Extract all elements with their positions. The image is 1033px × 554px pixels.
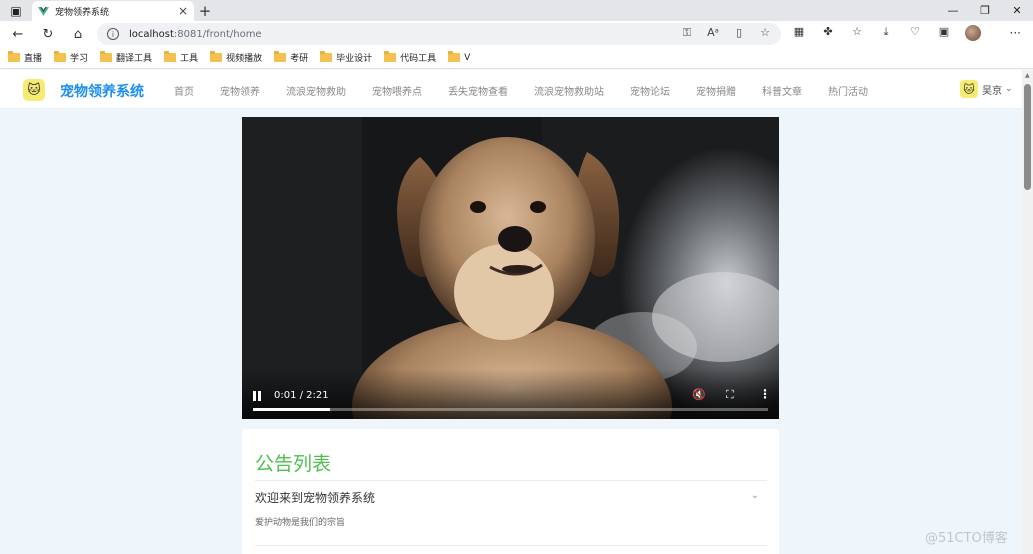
bookmark-folder[interactable]: 代码工具 xyxy=(384,51,436,64)
video-player[interactable]: 0:01 / 2:21 🔇 ⛶ ⋮ xyxy=(242,117,779,419)
bookmark-folder[interactable]: 毕业设计 xyxy=(320,51,372,64)
folder-icon xyxy=(100,51,113,62)
close-window-icon[interactable]: ✕ xyxy=(1001,0,1033,21)
scrollbar-thumb[interactable] xyxy=(1024,84,1031,190)
back-icon[interactable]: ← xyxy=(7,24,29,44)
url-path: :8081/front/home xyxy=(173,28,262,40)
browser-tab-strip: ▣ 宠物领养系统 × + — ❐ ✕ xyxy=(0,0,1033,21)
notice-card: 公告列表 欢迎来到宠物领养系统 ⌄ 爱护动物是我们的宗旨 xyxy=(242,429,779,554)
nav-item-rescue-station[interactable]: 流浪宠物救助站 xyxy=(534,83,604,98)
nav-item-lost-pets[interactable]: 丢失宠物查看 xyxy=(448,83,508,98)
bookmark-folder[interactable]: 学习 xyxy=(54,51,88,64)
more-options-icon[interactable]: ⋮ xyxy=(759,387,771,401)
url-host: localhost xyxy=(129,28,174,40)
fullscreen-icon[interactable]: ⛶ xyxy=(726,388,734,402)
folder-icon xyxy=(210,51,223,62)
scroll-up-icon[interactable]: ▲ xyxy=(1025,72,1030,79)
bookmark-folder[interactable]: 翻译工具 xyxy=(100,51,152,64)
main-nav: 首页 宠物领养 流浪宠物救助 宠物喂养点 丢失宠物查看 流浪宠物救助站 宠物论坛… xyxy=(174,83,868,98)
nav-item-home[interactable]: 首页 xyxy=(174,83,194,98)
nav-item-adoption[interactable]: 宠物领养 xyxy=(220,83,260,98)
mute-icon[interactable]: 🔇 xyxy=(692,388,706,401)
home-icon[interactable]: ⌂ xyxy=(67,24,89,44)
site-logo-icon[interactable]: 🐱 xyxy=(23,79,45,101)
video-progress-fill xyxy=(253,408,331,411)
notice-item-body: 爱护动物是我们的宗旨 xyxy=(255,518,346,528)
key-icon[interactable]: ⚿ xyxy=(679,26,695,40)
read-aloud-icon[interactable]: Aᵃ xyxy=(705,26,721,40)
folder-icon xyxy=(320,51,333,62)
favorites-icon[interactable]: ☆ xyxy=(848,25,866,44)
profile-avatar[interactable] xyxy=(964,25,982,44)
tab-actions-icon[interactable]: ▣ xyxy=(0,0,32,21)
nav-item-forum[interactable]: 宠物论坛 xyxy=(630,83,670,98)
folder-icon xyxy=(448,51,461,62)
page-scrollbar[interactable]: ▲ xyxy=(1022,70,1033,554)
chevron-down-icon: ⌄ xyxy=(1005,84,1013,94)
bookmark-folder[interactable]: 工具 xyxy=(164,51,198,64)
nav-item-rescue[interactable]: 流浪宠物救助 xyxy=(286,83,346,98)
performance-icon[interactable]: ♡ xyxy=(906,25,924,44)
extensions-icon[interactable]: ✤ xyxy=(819,25,837,44)
user-menu[interactable]: 🐱 吴京 ⌄ xyxy=(960,80,1013,98)
bookmark-folder[interactable]: 考研 xyxy=(274,51,308,64)
new-tab-button[interactable]: + xyxy=(196,0,214,21)
folder-icon xyxy=(54,51,67,62)
divider xyxy=(255,545,767,546)
bookmarks-bar: 直播 学习 翻译工具 工具 视频播放 考研 毕业设计 代码工具 V xyxy=(0,47,1033,69)
folder-icon xyxy=(384,51,397,62)
watermark: @51CTO博客 xyxy=(925,531,1008,546)
site-brand[interactable]: 宠物领养系统 xyxy=(60,81,144,101)
chevron-down-icon[interactable]: ⌄ xyxy=(751,490,759,501)
user-avatar: 🐱 xyxy=(960,80,978,98)
notice-item-title[interactable]: 欢迎来到宠物领养系统 xyxy=(255,489,375,506)
notice-item[interactable]: 欢迎来到宠物领养系统 ⌄ 爱护动物是我们的宗旨 xyxy=(255,480,767,528)
folder-icon xyxy=(274,51,287,62)
user-name: 吴京 xyxy=(982,85,1002,97)
notice-list-title: 公告列表 xyxy=(255,453,332,475)
folder-icon xyxy=(8,51,20,62)
downloads-icon[interactable]: ⤓ xyxy=(877,25,895,44)
reader-view-icon[interactable]: ▯ xyxy=(731,26,747,40)
nav-item-donation[interactable]: 宠物捐赠 xyxy=(696,83,736,98)
video-progress-bar[interactable] xyxy=(253,408,768,411)
reload-icon[interactable]: ↻ xyxy=(37,24,59,44)
site-info-icon[interactable]: i xyxy=(107,28,119,40)
workspaces-icon[interactable]: ▦ xyxy=(790,25,808,44)
screenshot-icon[interactable]: ▣ xyxy=(935,25,953,44)
site-header: 🐱 宠物领养系统 首页 宠物领养 流浪宠物救助 宠物喂养点 丢失宠物查看 流浪宠… xyxy=(0,70,1022,109)
browser-toolbar: ← ↻ ⌂ i localhost:8081/front/home ⚿ Aᵃ ▯… xyxy=(0,21,1033,47)
tab-close-icon[interactable]: × xyxy=(178,4,188,18)
settings-more-icon[interactable]: ··· xyxy=(1010,26,1021,40)
bookmark-folder[interactable]: V xyxy=(448,51,470,63)
vue-favicon-icon xyxy=(38,6,49,16)
video-time: 0:01 / 2:21 xyxy=(274,390,329,401)
folder-icon xyxy=(164,51,177,62)
restore-icon[interactable]: ❐ xyxy=(969,0,1001,21)
video-controls: 0:01 / 2:21 🔇 ⛶ ⋮ xyxy=(242,369,779,419)
nav-item-feeding-point[interactable]: 宠物喂养点 xyxy=(372,83,422,98)
bookmark-folder[interactable]: 视频播放 xyxy=(210,51,262,64)
nav-item-articles[interactable]: 科普文章 xyxy=(762,83,802,98)
nav-item-events[interactable]: 热门活动 xyxy=(828,83,868,98)
address-bar[interactable]: i localhost:8081/front/home ⚿ Aᵃ ▯ ☆ xyxy=(97,23,781,45)
tab-title: 宠物领养系统 xyxy=(55,7,110,18)
browser-tab[interactable]: 宠物领养系统 × xyxy=(32,1,194,21)
bookmark-folder[interactable]: 直播 xyxy=(8,51,42,64)
pause-icon[interactable] xyxy=(253,391,262,401)
favorite-star-icon[interactable]: ☆ xyxy=(757,26,773,40)
minimize-icon[interactable]: — xyxy=(937,0,969,21)
